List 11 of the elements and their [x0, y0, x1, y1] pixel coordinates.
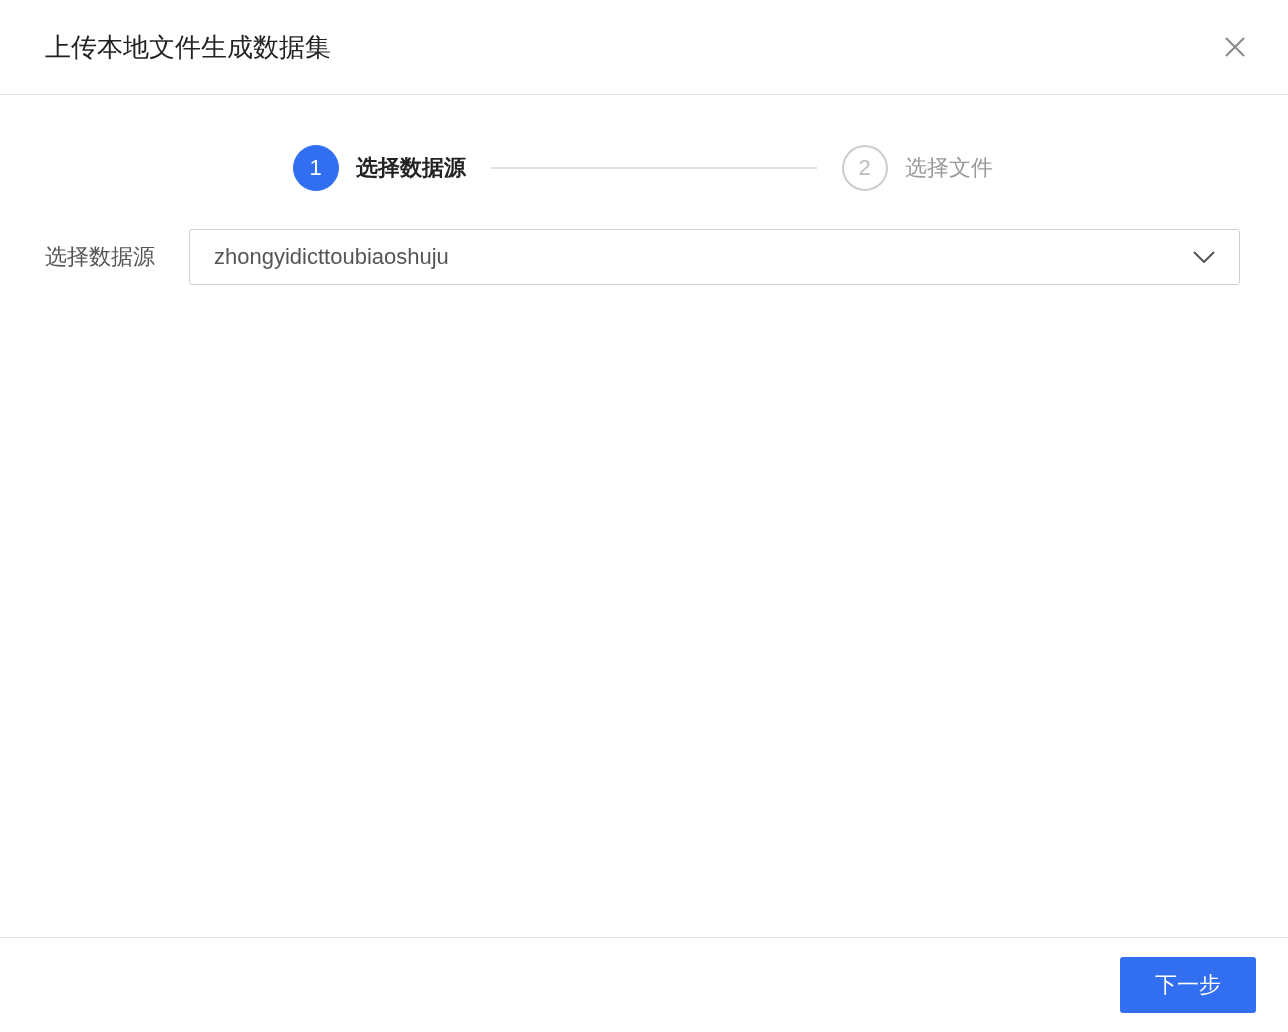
dialog-title: 上传本地文件生成数据集: [45, 30, 331, 64]
data-source-select[interactable]: zhongyidicttoubiaoshuju: [189, 229, 1240, 285]
step-label: 选择文件: [904, 154, 993, 182]
field-label: 选择数据源: [45, 243, 156, 271]
next-button[interactable]: 下一步: [1120, 957, 1256, 1013]
step-number: 1: [292, 145, 339, 191]
close-icon: [1224, 36, 1246, 58]
chevron-down-icon: [1193, 251, 1215, 263]
step-label: 选择数据源: [355, 154, 466, 182]
close-button[interactable]: [1224, 36, 1246, 58]
step-number: 2: [841, 145, 888, 191]
